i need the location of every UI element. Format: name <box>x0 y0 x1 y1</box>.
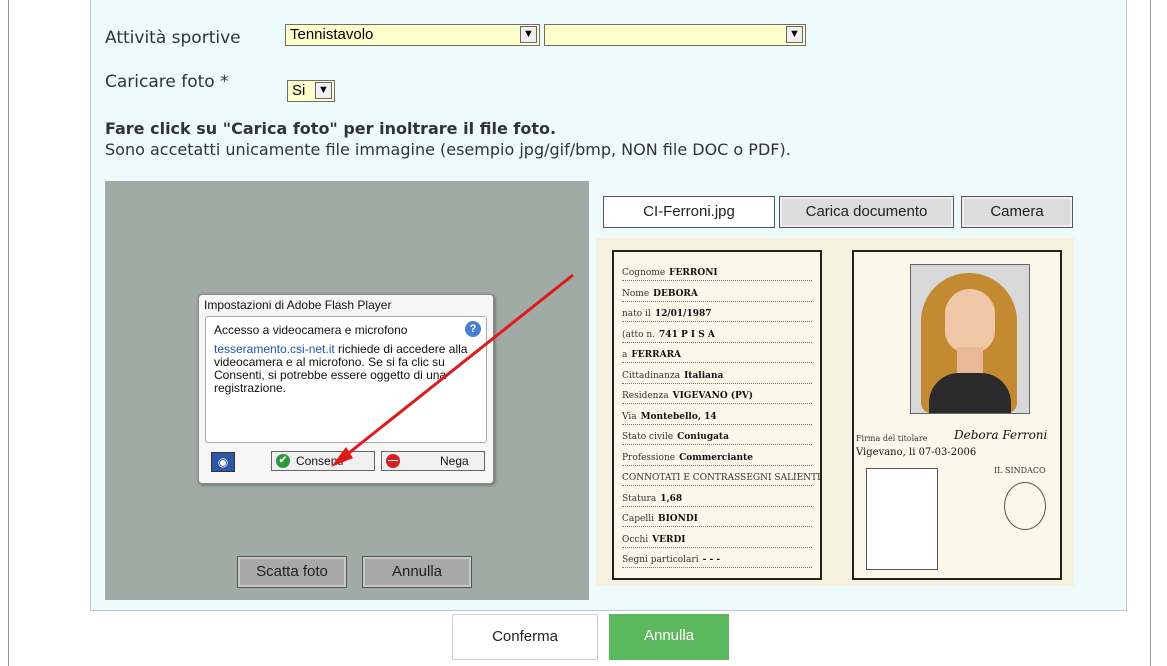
annotation-arrow <box>331 273 574 467</box>
cancel-button[interactable]: Annulla <box>609 614 729 660</box>
confirm-button[interactable]: Conferma <box>452 614 598 660</box>
